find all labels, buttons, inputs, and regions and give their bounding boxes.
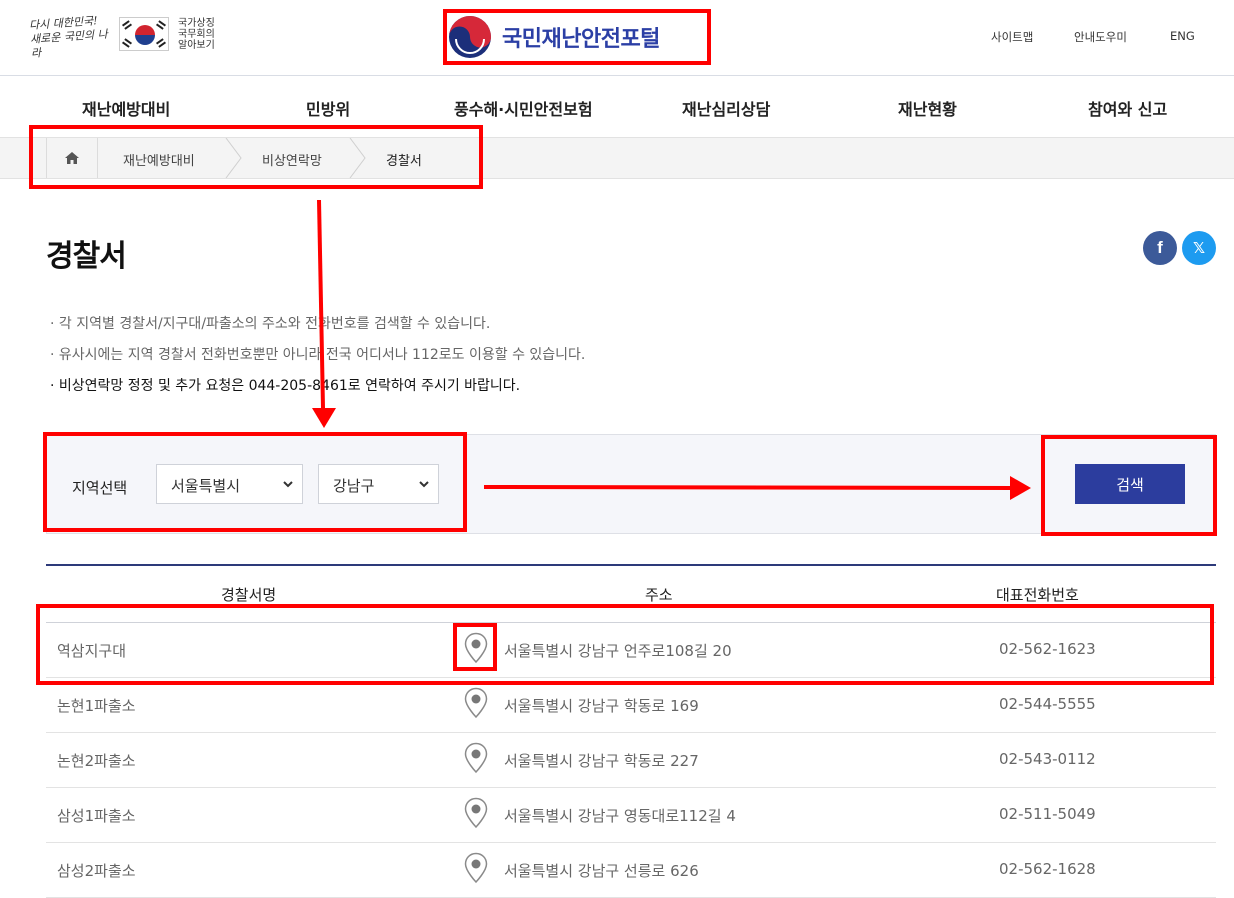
station-name: 삼성2파출소 xyxy=(57,862,136,880)
facebook-share-button[interactable]: f xyxy=(1143,231,1177,265)
station-phone: 02-511-5049 xyxy=(999,805,1096,823)
station-address: 서울특별시 강남구 학동로 227 xyxy=(504,752,699,770)
map-pin-icon[interactable] xyxy=(464,852,488,884)
table-row: 삼성2파출소 서울특별시 강남구 선릉로 626 02-562-1628 xyxy=(46,843,1216,898)
map-pin-icon[interactable] xyxy=(464,797,488,829)
nav-participation[interactable]: 참여와 신고 xyxy=(1088,96,1167,120)
station-phone: 02-544-5555 xyxy=(999,695,1096,713)
map-pin-icon[interactable] xyxy=(464,742,488,774)
highlight-box-region-select xyxy=(43,432,467,532)
slogan-calligraphy[interactable]: 다시 대한민국! 새로운 국민의 나라 xyxy=(29,13,118,61)
map-pin-icon[interactable] xyxy=(464,687,488,719)
state-council-link[interactable]: 국가상징 국무회의 알아보기 xyxy=(178,18,215,51)
station-address: 서울특별시 강남구 영동대로112길 4 xyxy=(504,807,736,825)
facebook-icon: f xyxy=(1157,238,1163,257)
highlight-box-breadcrumb xyxy=(29,125,483,189)
table-row: 논현2파출소 서울특별시 강남구 학동로 227 02-543-0112 xyxy=(46,733,1216,788)
taegukgi-flag-icon[interactable] xyxy=(119,17,169,51)
table-row: 삼성1파출소 서울특별시 강남구 영동대로112길 4 02-511-5049 xyxy=(46,788,1216,843)
nav-counseling[interactable]: 재난심리상담 xyxy=(682,96,770,120)
station-phone: 02-562-1628 xyxy=(999,860,1096,878)
table-row: 논현1파출소 서울특별시 강남구 학동로 169 02-544-5555 xyxy=(46,678,1216,733)
x-share-button[interactable]: 𝕏 xyxy=(1182,231,1216,265)
nav-disaster-status[interactable]: 재난현황 xyxy=(898,96,957,120)
notice-text: · 유사시에는 지역 경찰서 전화번호뿐만 아니라 전국 어디서나 112로도 … xyxy=(50,347,586,363)
annotation-arrowhead-down xyxy=(312,408,336,428)
nav-insurance[interactable]: 풍수해·시민안전보험 xyxy=(454,96,593,120)
x-icon: 𝕏 xyxy=(1192,239,1206,257)
notice-text-strong: · 비상연락망 정정 및 추가 요청은 044-205-8461로 연락하여 주… xyxy=(50,378,521,394)
station-address: 서울특별시 강남구 선릉로 626 xyxy=(504,862,699,880)
nav-civil-defense[interactable]: 민방위 xyxy=(306,96,350,120)
guide-link[interactable]: 안내도우미 xyxy=(1074,29,1127,45)
station-name: 삼성1파출소 xyxy=(57,807,136,825)
table-top-border xyxy=(46,564,1216,566)
highlight-box-first-row xyxy=(36,604,1214,685)
nav-disaster-prevention[interactable]: 재난예방대비 xyxy=(82,96,170,120)
highlight-box-map-pin xyxy=(453,623,497,671)
station-address: 서울특별시 강남구 학동로 169 xyxy=(504,697,699,715)
highlight-box-logo xyxy=(443,9,711,65)
col-header-phone: 대표전화번호 xyxy=(996,586,1079,604)
col-header-name: 경찰서명 xyxy=(221,586,277,604)
notice-text: · 각 지역별 경찰서/지구대/파출소의 주소와 전화번호를 검색할 수 있습니… xyxy=(50,316,491,332)
station-name: 논현2파출소 xyxy=(57,752,136,770)
station-phone: 02-543-0112 xyxy=(999,750,1096,768)
english-link[interactable]: ENG xyxy=(1170,29,1195,43)
highlight-box-search-button xyxy=(1041,435,1217,536)
station-name: 논현1파출소 xyxy=(57,697,136,715)
page-title: 경찰서 xyxy=(46,239,127,274)
col-header-address: 주소 xyxy=(645,586,673,604)
sitemap-link[interactable]: 사이트맵 xyxy=(991,29,1033,45)
